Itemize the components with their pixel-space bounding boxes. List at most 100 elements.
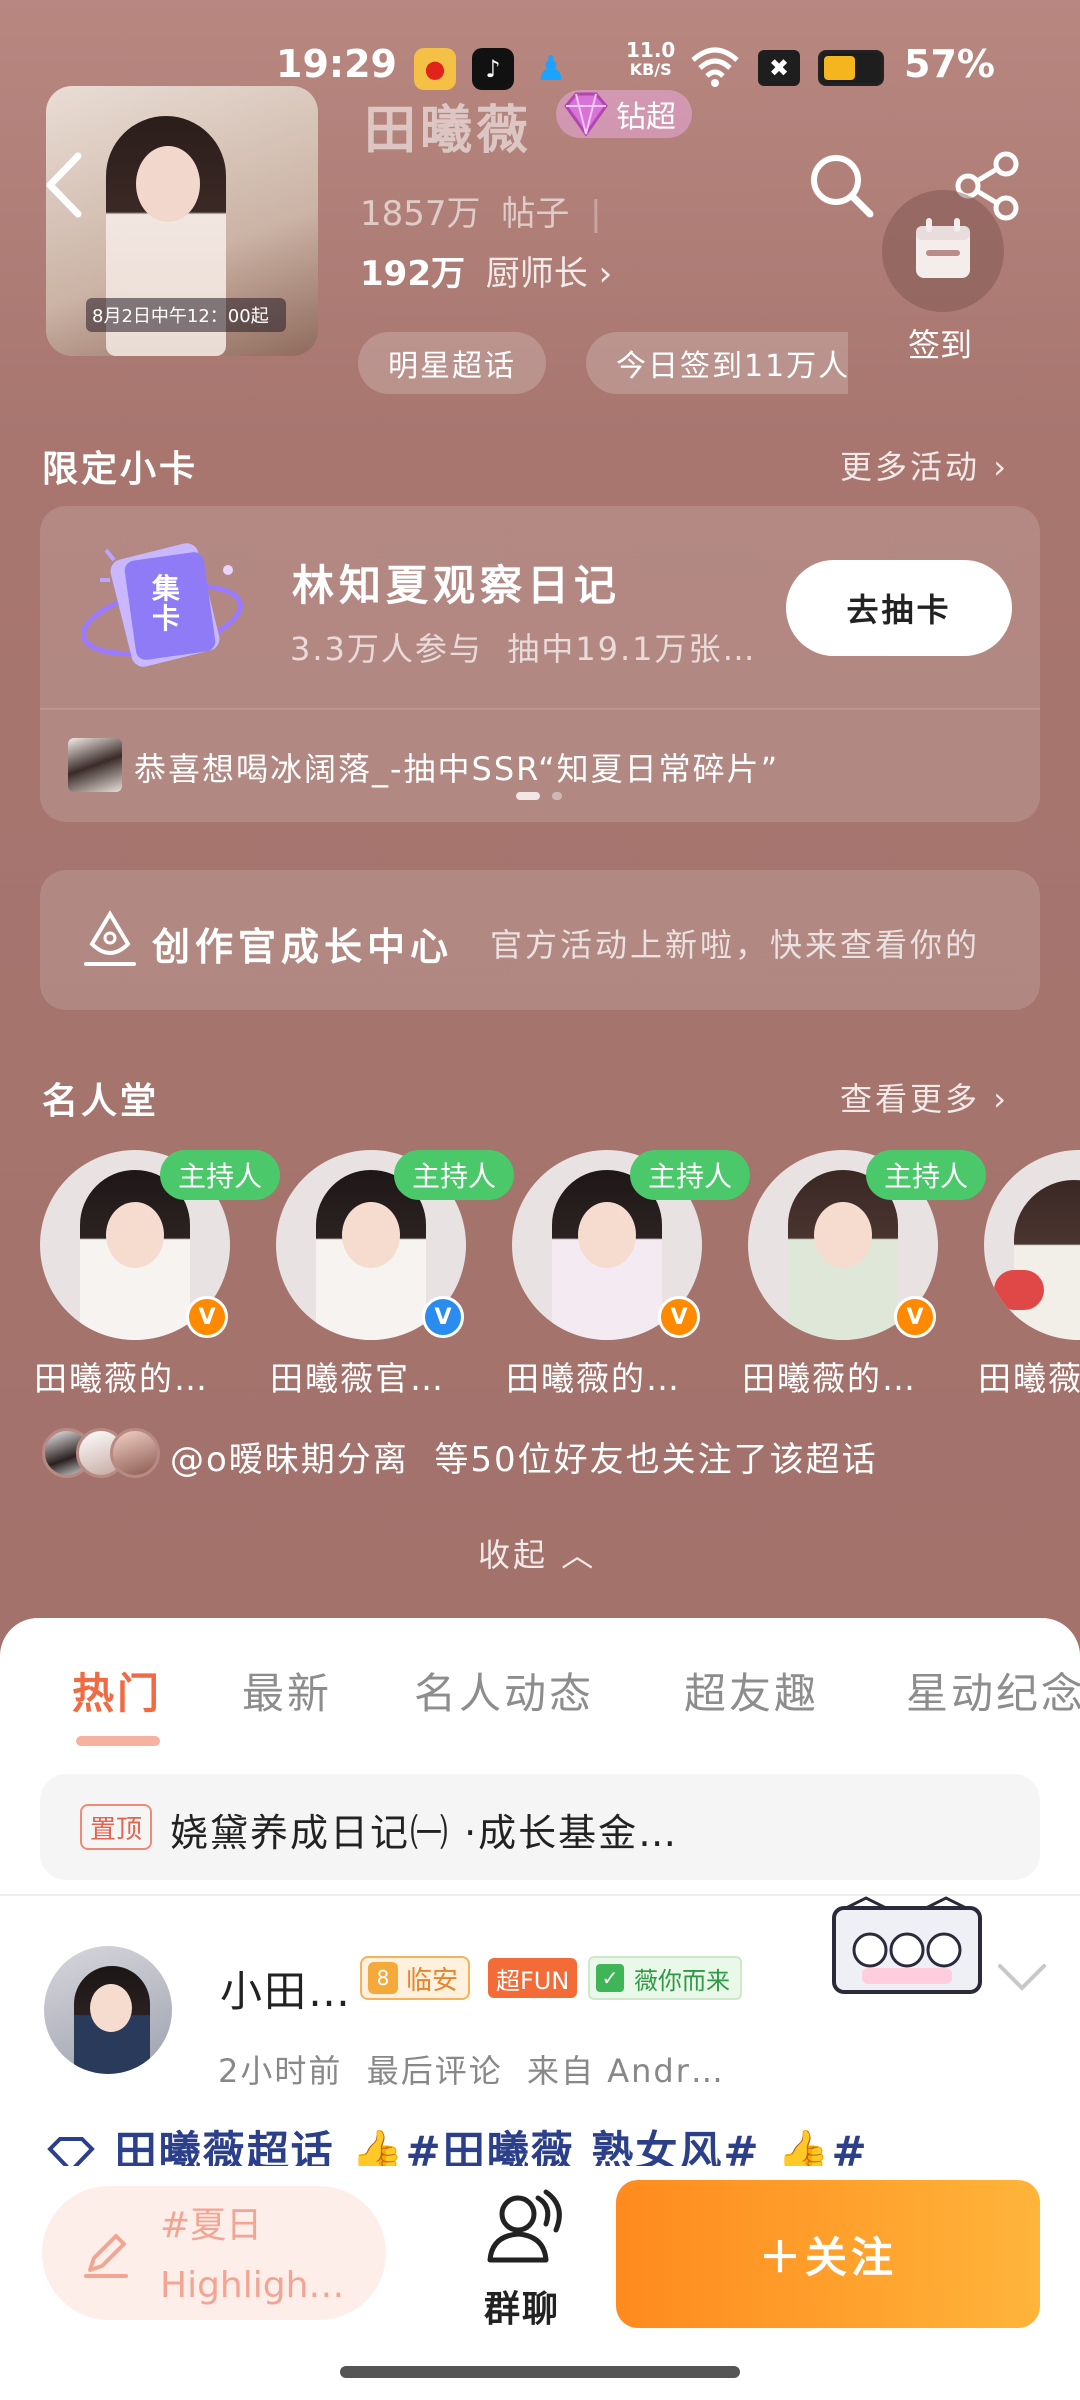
compose-tag: #夏日 — [160, 2205, 263, 2246]
hall-member-name[interactable]: 田曦薇官… — [270, 1352, 445, 1400]
creator-title: 创作官成长中心 — [152, 925, 454, 969]
winner-avatar — [68, 738, 122, 792]
host-badge: 主持人 — [866, 1150, 987, 1200]
draw-card-button[interactable]: 去抽卡 — [786, 560, 1012, 656]
level-number: 8 — [368, 1962, 398, 1994]
pager-dot-active — [516, 792, 540, 800]
tab-celebrity-updates[interactable]: 名人动态 — [414, 1660, 594, 1721]
group-chat-icon[interactable] — [480, 2184, 570, 2274]
more-activities-label: 更多活动 — [840, 448, 981, 486]
avatar-face — [578, 1202, 636, 1268]
wifi-icon — [691, 47, 739, 87]
verified-blue-icon: V — [422, 1296, 464, 1338]
verified-orange-icon: V — [186, 1296, 228, 1338]
net-speed-unit: KB/S — [629, 60, 672, 79]
back-icon[interactable] — [40, 150, 90, 220]
card-subtitle: 3.3万人参与 抽中19.1万张… — [290, 630, 757, 668]
hall-member-name[interactable]: 田曦薇 — [978, 1352, 1080, 1400]
checkin-button[interactable] — [882, 190, 1004, 312]
tab-latest[interactable]: 最新 — [242, 1660, 332, 1721]
chef-stat[interactable]: 192万 厨师长 › — [360, 246, 612, 295]
chef-count: 192万 — [360, 254, 465, 294]
winner-ticker: 恭喜想喝冰阔落_-抽中SSR“知夏日常碎片” — [134, 750, 780, 788]
card-title: 林知夏观察日记 — [292, 561, 622, 610]
avatar-face — [342, 1202, 400, 1268]
collapse-button[interactable]: 收起 ︿ — [478, 1530, 596, 1576]
creator-pen-icon — [84, 910, 136, 966]
chevron-right-icon: › — [980, 1080, 1009, 1118]
post-author-avatar[interactable] — [44, 1946, 172, 2074]
net-speed: 11.0 KB/S — [626, 40, 675, 80]
diamond-icon — [564, 92, 608, 137]
fan-club-badge: ✓ 薇你而来 — [588, 1956, 742, 2000]
more-activities-link[interactable]: 更多活动 › — [840, 442, 1009, 488]
hall-member-name[interactable]: 田曦薇的… — [506, 1352, 681, 1400]
diamond-super-badge: 钻超 — [556, 90, 692, 138]
checkin-label: 签到 — [908, 326, 973, 364]
diamond-badge-label: 钻超 — [616, 100, 676, 135]
fan-badge-label: 薇你而来 — [634, 1966, 730, 1995]
chip-today-checkin[interactable]: 今日签到11万人 — [586, 332, 848, 394]
tab-star-moments[interactable]: 星动纪念 — [906, 1660, 1080, 1721]
host-badge: 主持人 — [630, 1150, 751, 1200]
posts-label: 帖子 — [501, 194, 570, 234]
verified-orange-icon: V — [894, 1296, 936, 1338]
follow-button[interactable]: ＋关注 — [616, 2180, 1040, 2328]
card-icon-text: 集卡 — [151, 572, 180, 635]
avatar-face — [90, 1984, 132, 2032]
compose-hint: #夏日 Highligh… — [160, 2196, 344, 2316]
cover-face — [136, 146, 200, 222]
mute-icon: ✖ — [758, 50, 800, 86]
chip-label: 今日签到11万人 — [616, 349, 848, 384]
avatar-face — [106, 1202, 164, 1268]
home-indicator[interactable] — [340, 2366, 740, 2378]
collapse-label: 收起 — [478, 1536, 549, 1574]
friends-following-text[interactable]: @o暧昧期分离 等50位好友也关注了该超话 — [170, 1432, 878, 1481]
compose-sub: Highligh… — [160, 2265, 345, 2306]
search-icon[interactable] — [806, 150, 876, 220]
calendar-icon — [916, 218, 970, 278]
chip-star-topic[interactable]: 明星超话 — [358, 332, 546, 394]
topic-cover-image[interactable]: 8月2日中午12：00起 — [46, 86, 318, 356]
chevron-down-icon[interactable] — [994, 1956, 1050, 1996]
decorative-sticker — [832, 1896, 982, 1994]
chef-label: 厨师长 — [485, 254, 588, 294]
posts-count: 1857万 — [360, 194, 481, 234]
battery-fill — [824, 56, 855, 80]
card-divider — [40, 708, 1040, 710]
group-chat-label: 群聊 — [484, 2289, 561, 2330]
hall-member-avatar[interactable] — [984, 1150, 1080, 1340]
host-badge: 主持人 — [160, 1150, 281, 1200]
watermelon-slice — [994, 1270, 1044, 1310]
chevron-up-icon: ︿ — [561, 1536, 597, 1574]
view-more-label: 查看更多 — [840, 1080, 981, 1118]
host-badge: 主持人 — [394, 1150, 515, 1200]
tab-hot[interactable]: 热门 — [72, 1660, 162, 1721]
hall-of-fame-title: 名人堂 — [42, 1081, 160, 1122]
avatar-face — [814, 1202, 872, 1268]
chevron-right-icon: › — [598, 254, 613, 294]
battery-percent: 57% — [904, 42, 995, 86]
creator-desc: 官方活动上新啦，快来查看你的 — [490, 926, 981, 964]
hall-member-name[interactable]: 田曦薇的… — [34, 1352, 209, 1400]
pen-icon — [84, 2234, 128, 2278]
check-icon: ✓ — [596, 1964, 624, 1992]
tiktok-icon: ♪ — [472, 48, 514, 90]
card-collect-icon: 集卡 — [70, 530, 250, 680]
battery-icon — [818, 50, 884, 86]
limited-cards-title: 限定小卡 — [42, 449, 199, 490]
hall-member-name[interactable]: 田曦薇的… — [742, 1352, 917, 1400]
view-more-link[interactable]: 查看更多 › — [840, 1074, 1009, 1120]
level-label: 临安 — [406, 1965, 459, 1996]
super-fun-badge: 超FUN — [488, 1958, 578, 1998]
pager-dot — [552, 792, 562, 800]
tab-active-indicator — [76, 1736, 160, 1746]
tab-super-fun[interactable]: 超友趣 — [684, 1660, 819, 1721]
pinned-tag: 置顶 — [80, 1804, 153, 1850]
chevron-right-icon: › — [980, 448, 1009, 486]
weibo-icon: ● — [414, 48, 456, 90]
chip-label: 明星超话 — [388, 349, 516, 384]
qq-icon: ♟ — [535, 49, 567, 89]
avatar-figure — [1014, 1180, 1080, 1340]
post-author-name[interactable]: 小田… — [220, 1958, 352, 2019]
